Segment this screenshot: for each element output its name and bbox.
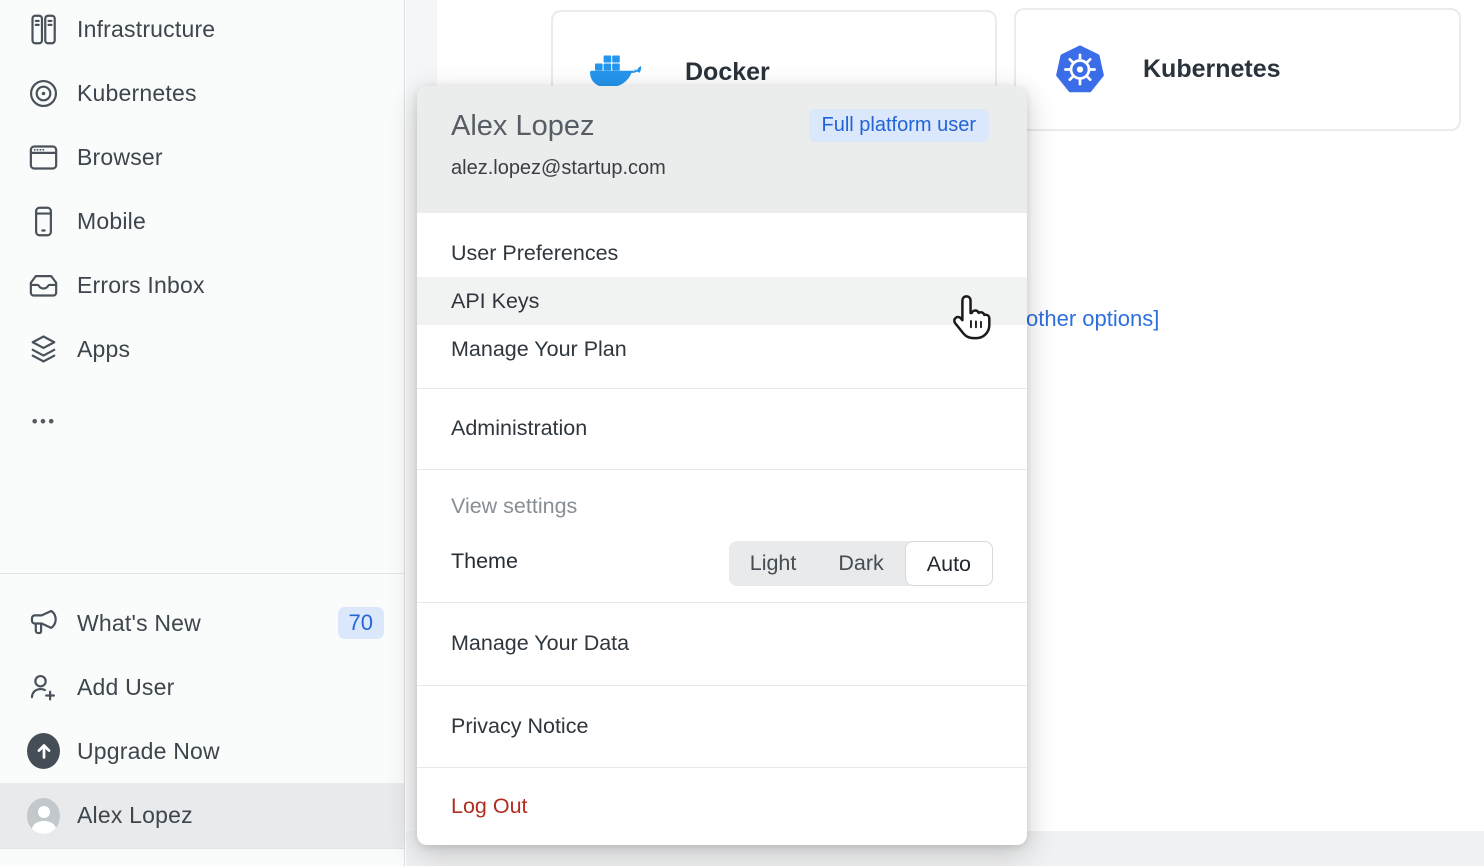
menu-group-privacy: Privacy Notice: [417, 685, 1027, 767]
megaphone-icon: [27, 607, 60, 640]
whats-new-count-badge: 70: [338, 607, 384, 639]
sidebar-item-upgrade-now[interactable]: Upgrade Now: [0, 719, 404, 783]
browser-icon: [27, 141, 60, 174]
sidebar-item-whats-new[interactable]: What's New 70: [0, 591, 404, 655]
sidebar-item-add-user[interactable]: Add User: [0, 655, 404, 719]
sidebar-item-more[interactable]: [0, 381, 404, 445]
user-name: Alex Lopez: [451, 110, 595, 143]
infrastructure-icon: [27, 13, 60, 46]
more-ellipsis-icon: [27, 397, 60, 430]
sidebar-item-label: What's New: [77, 610, 201, 637]
sidebar-item-label: Upgrade Now: [77, 738, 220, 765]
menu-group-admin: Administration: [417, 388, 1027, 469]
sidebar: Infrastructure Kubernetes: [0, 0, 405, 866]
upgrade-arrow-icon: [27, 735, 60, 768]
user-avatar: [27, 799, 60, 832]
sidebar-item-label: Mobile: [77, 208, 146, 235]
sidebar-item-mobile[interactable]: Mobile: [0, 189, 404, 253]
sidebar-divider: [0, 848, 404, 849]
add-user-icon: [27, 671, 60, 704]
sidebar-item-label: Kubernetes: [77, 80, 197, 107]
menu-item-privacy-notice[interactable]: Privacy Notice: [417, 702, 1027, 750]
sidebar-item-label: Browser: [77, 144, 163, 171]
theme-row: Theme Light Dark Auto: [417, 541, 1027, 586]
sidebar-divider: [0, 573, 404, 574]
sidebar-item-infrastructure[interactable]: Infrastructure: [0, 0, 404, 61]
user-role-badge: Full platform user: [809, 109, 990, 142]
menu-group-data: Manage Your Data: [417, 602, 1027, 685]
sidebar-item-label: Alex Lopez: [77, 802, 193, 829]
theme-label: Theme: [451, 549, 518, 574]
app-screen: Docker Kubernetes other options]: [0, 0, 1484, 866]
user-account-menu: Alex Lopez alez.lopez@startup.com Full p…: [417, 86, 1027, 845]
view-settings-label: View settings: [451, 494, 577, 519]
mobile-icon: [27, 205, 60, 238]
sidebar-item-kubernetes[interactable]: Kubernetes: [0, 61, 404, 125]
docker-card-title: Docker: [685, 58, 770, 87]
kubernetes-card[interactable]: Kubernetes: [1014, 8, 1461, 131]
sidebar-item-label: Apps: [77, 336, 130, 363]
other-options-link[interactable]: other options]: [1026, 306, 1159, 332]
sidebar-item-errors-inbox[interactable]: Errors Inbox: [0, 253, 404, 317]
theme-option-light[interactable]: Light: [729, 541, 818, 586]
menu-item-manage-your-plan[interactable]: Manage Your Plan: [417, 325, 1027, 373]
kubernetes-card-title: Kubernetes: [1143, 55, 1281, 84]
theme-option-dark[interactable]: Dark: [817, 541, 904, 586]
sidebar-item-browser[interactable]: Browser: [0, 125, 404, 189]
apps-icon: [27, 333, 60, 366]
menu-group-view-settings: View settings Theme Light Dark Auto: [417, 469, 1027, 602]
menu-item-user-preferences[interactable]: User Preferences: [417, 229, 1027, 277]
menu-group-logout: Log Out: [417, 767, 1027, 845]
menu-item-manage-your-data[interactable]: Manage Your Data: [417, 619, 1027, 667]
user-email: alez.lopez@startup.com: [451, 157, 666, 180]
sidebar-item-label: Errors Inbox: [77, 272, 205, 299]
kubernetes-logo-icon: [1055, 45, 1105, 95]
sidebar-item-label: Add User: [77, 674, 174, 701]
menu-item-api-keys[interactable]: API Keys: [417, 277, 1027, 325]
menu-group-account: User Preferences API Keys Manage Your Pl…: [417, 213, 1027, 388]
errors-inbox-icon: [27, 269, 60, 302]
theme-segmented-control: Light Dark Auto: [729, 541, 993, 586]
menu-item-log-out[interactable]: Log Out: [417, 782, 1027, 830]
kubernetes-target-icon: [27, 77, 60, 110]
menu-item-administration[interactable]: Administration: [417, 404, 1027, 452]
sidebar-item-user-account[interactable]: Alex Lopez: [0, 783, 404, 848]
sidebar-item-label: Infrastructure: [77, 16, 215, 43]
sidebar-item-apps[interactable]: Apps: [0, 317, 404, 381]
theme-option-auto[interactable]: Auto: [905, 541, 993, 586]
user-menu-header: Alex Lopez alez.lopez@startup.com Full p…: [417, 86, 1027, 213]
